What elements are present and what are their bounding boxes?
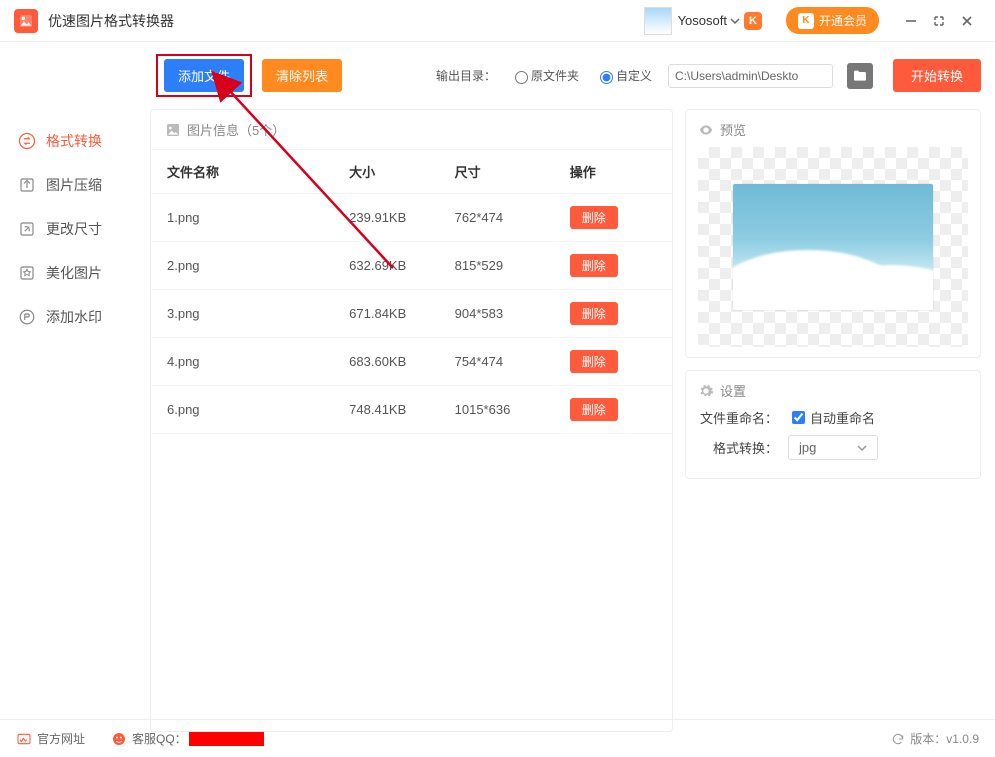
sidebar-item-label: 更改尺寸 [46,219,102,239]
add-file-button[interactable]: 添加文件 [164,59,244,92]
format-value: jpg [799,440,816,455]
delete-button[interactable]: 删除 [570,206,618,229]
avatar [644,7,672,35]
maximize-button[interactable] [925,7,953,35]
table-row: 3.png671.84KB904*583删除 [151,290,672,338]
compress-icon [18,176,36,194]
preview-title: 预览 [720,120,746,139]
swap-icon [18,132,36,150]
minimize-button[interactable] [897,7,925,35]
format-select[interactable]: jpg [788,435,878,460]
start-convert-button[interactable]: 开始转换 [893,59,981,92]
cell-name: 2.png [167,258,349,273]
table-row: 1.png239.91KB762*474删除 [151,194,672,242]
col-size: 大小 [349,162,454,181]
delete-button[interactable]: 删除 [570,254,618,277]
toolbar: 添加文件 清除列表 输出目录： 原文件夹 自定义 开始转换 [0,42,995,109]
browse-folder-button[interactable] [847,63,873,89]
titlebar: 优速图片格式转换器 Yososoft K K 开通会员 [0,0,995,42]
rename-label: 文件重命名： [698,408,778,427]
table-header: 文件名称 大小 尺寸 操作 [151,150,672,194]
delete-button[interactable]: 删除 [570,302,618,325]
output-path-input[interactable] [668,64,833,88]
file-count: （5个） [239,120,285,139]
sidebar-item-label: 美化图片 [46,263,102,283]
support-icon [111,731,127,747]
refresh-icon [891,732,905,746]
official-site-link[interactable]: 官方网址 [16,730,85,747]
file-panel-header: 图片信息 （5个） [151,110,672,150]
watermark-icon [18,308,36,326]
sidebar-item-label: 格式转换 [46,131,102,151]
qq-number-redacted [189,732,264,746]
app-logo-icon [14,9,38,33]
clear-list-button[interactable]: 清除列表 [262,59,342,92]
close-button[interactable] [953,7,981,35]
cell-dim: 904*583 [455,306,570,321]
resize-icon [18,220,36,238]
vip-label: 开通会员 [819,12,867,29]
col-ops: 操作 [570,162,656,181]
col-name: 文件名称 [167,162,349,181]
table-row: 4.png683.60KB754*474删除 [151,338,672,386]
radio-original-folder[interactable]: 原文件夹 [510,67,579,84]
brand-badge-icon: K [744,12,762,30]
magic-icon [18,264,36,282]
settings-panel: 设置 文件重命名： 自动重命名 格式转换： jpg [685,370,981,479]
sidebar-item-watermark[interactable]: 添加水印 [0,295,150,339]
highlight-box: 添加文件 [156,54,252,97]
cell-size: 683.60KB [349,354,454,369]
cell-name: 6.png [167,402,349,417]
cell-name: 3.png [167,306,349,321]
vip-icon: K [798,13,814,29]
preview-image [733,184,933,310]
delete-button[interactable]: 删除 [570,350,618,373]
table-row: 6.png748.41KB1015*636删除 [151,386,672,434]
user-name: Yososoft [678,13,727,28]
table-row: 2.png632.69KB815*529删除 [151,242,672,290]
cell-dim: 815*529 [455,258,570,273]
version-info[interactable]: 版本： v1.0.9 [891,730,979,747]
delete-button[interactable]: 删除 [570,398,618,421]
sidebar-item-format[interactable]: 格式转换 [0,119,150,163]
settings-title: 设置 [720,381,746,400]
cell-dim: 762*474 [455,210,570,225]
vip-button[interactable]: K 开通会员 [786,7,879,34]
cell-name: 4.png [167,354,349,369]
preview-area [698,147,968,347]
file-list-panel: 图片信息 （5个） 文件名称 大小 尺寸 操作 1.png239.91KB762… [150,109,673,732]
preview-panel: 预览 [685,109,981,358]
output-dir-label: 输出目录： [436,67,496,84]
user-menu[interactable]: Yososoft K [644,7,762,35]
sidebar-item-label: 图片压缩 [46,175,102,195]
cell-dim: 1015*636 [455,402,570,417]
file-header-label: 图片信息 [187,120,239,139]
image-icon [165,122,181,138]
sidebar-item-beautify[interactable]: 美化图片 [0,251,150,295]
sidebar: 格式转换 图片压缩 更改尺寸 美化图片 添加水印 [0,109,150,732]
gear-icon [698,383,714,399]
cell-size: 239.91KB [349,210,454,225]
chevron-down-icon [730,16,740,26]
cell-name: 1.png [167,210,349,225]
qq-support-link[interactable]: 客服QQ： [111,730,264,747]
auto-rename-checkbox[interactable]: 自动重命名 [788,408,875,427]
col-dim: 尺寸 [455,162,570,181]
app-title: 优速图片格式转换器 [48,11,174,31]
sidebar-item-compress[interactable]: 图片压缩 [0,163,150,207]
radio-custom-folder[interactable]: 自定义 [595,67,652,84]
chevron-down-icon [857,443,867,453]
cell-size: 632.69KB [349,258,454,273]
website-icon [16,731,32,747]
cell-size: 671.84KB [349,306,454,321]
eye-icon [698,122,714,138]
cell-dim: 754*474 [455,354,570,369]
sidebar-item-resize[interactable]: 更改尺寸 [0,207,150,251]
footer: 官方网址 客服QQ： 版本： v1.0.9 [0,719,995,757]
format-label: 格式转换： [698,438,778,457]
sidebar-item-label: 添加水印 [46,307,102,327]
cell-size: 748.41KB [349,402,454,417]
